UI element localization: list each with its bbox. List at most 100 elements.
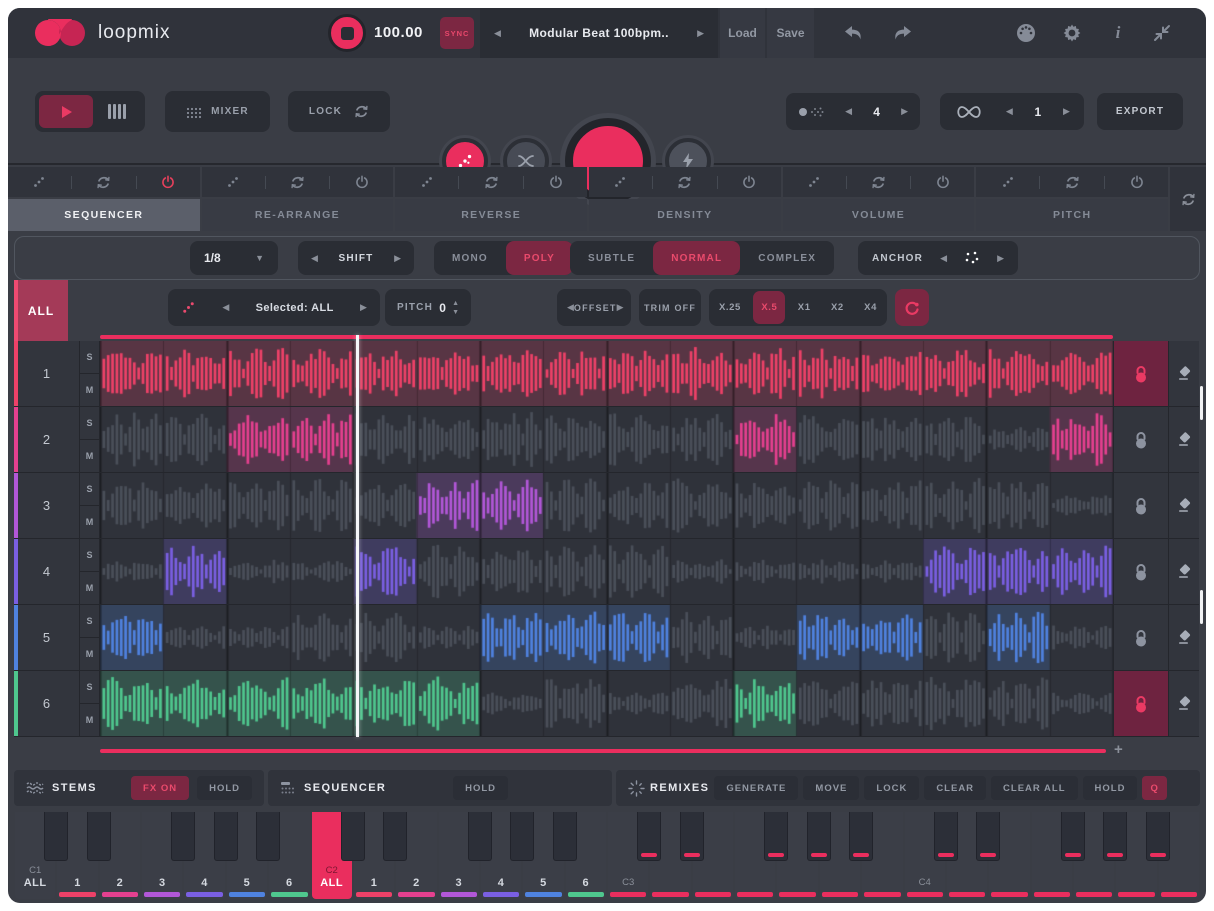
scrollbar-thumb[interactable] — [1200, 386, 1203, 420]
fx-power-icon[interactable] — [742, 175, 756, 189]
track-number-cell[interactable]: 1 — [14, 341, 80, 406]
move-button[interactable]: MOVE — [803, 776, 859, 800]
solo-button[interactable]: S — [80, 473, 99, 506]
track-number-cell[interactable]: 5 — [14, 605, 80, 670]
trim-toggle[interactable]: TRIM OFF — [639, 289, 701, 326]
lock-refresh-icon[interactable] — [354, 104, 369, 119]
shift-left-icon[interactable]: ◀ — [311, 254, 318, 263]
fx-reset-icon[interactable] — [1065, 175, 1080, 190]
scrollbar-thumb[interactable] — [1200, 590, 1203, 624]
fx-reset-icon[interactable] — [290, 175, 305, 190]
preset-next-icon[interactable]: ▶ — [697, 29, 704, 38]
track-erase-button[interactable] — [1168, 341, 1199, 406]
pitch-spinner[interactable]: ▲▼ — [452, 300, 459, 316]
clear-all-button[interactable]: CLEAR ALL — [991, 776, 1077, 800]
black-key[interactable] — [1061, 812, 1085, 861]
waveform-cells[interactable] — [100, 341, 1113, 406]
fx-reset-icon[interactable] — [871, 175, 886, 190]
black-key[interactable] — [171, 812, 195, 861]
fx-power-icon[interactable] — [936, 175, 950, 189]
black-key[interactable] — [849, 812, 873, 861]
generate-button[interactable]: GENERATE — [714, 776, 798, 800]
loop-prev-icon[interactable]: ◀ — [1006, 107, 1013, 116]
black-key[interactable] — [44, 812, 68, 861]
mute-button[interactable]: M — [80, 638, 99, 670]
bpm-display[interactable]: 100.00 — [374, 24, 423, 41]
fx-power-icon[interactable] — [161, 175, 175, 189]
fx-reset-icon[interactable] — [677, 175, 692, 190]
redo-button[interactable] — [884, 8, 920, 58]
pattern-prev-icon[interactable]: ◀ — [845, 107, 852, 116]
black-key[interactable] — [87, 812, 111, 861]
black-key[interactable] — [637, 812, 661, 861]
remix-hold-toggle[interactable]: HOLD — [1083, 776, 1138, 800]
speed-x2[interactable]: X2 — [823, 291, 852, 324]
stop-button[interactable] — [328, 14, 366, 52]
info-icon[interactable]: i — [1100, 8, 1136, 58]
speed-x5[interactable]: X.5 — [753, 291, 785, 324]
selection-dice-icon[interactable] — [181, 300, 196, 315]
fx-tab-pitch[interactable]: PITCH — [976, 199, 1168, 231]
add-step-button[interactable]: + — [1114, 741, 1123, 758]
speed-x1[interactable]: X1 — [790, 291, 819, 324]
track-lock-button[interactable] — [1113, 671, 1168, 736]
fx-tab-re-arrange[interactable]: RE-ARRANGE — [202, 199, 394, 231]
black-key[interactable] — [256, 812, 280, 861]
mute-button[interactable]: M — [80, 440, 99, 472]
fx-tab-sequencer[interactable]: SEQUENCER — [8, 199, 200, 231]
fx-power-icon[interactable] — [549, 175, 563, 189]
fx-on-toggle[interactable]: FX ON — [131, 776, 189, 800]
preset-name[interactable]: Modular Beat 100bpm.. — [529, 26, 669, 40]
rotate-button[interactable] — [895, 289, 929, 326]
pattern-next-icon[interactable]: ▶ — [901, 107, 908, 116]
complex-option[interactable]: COMPLEX — [740, 241, 834, 275]
fx-randomize-dice-icon[interactable] — [420, 175, 434, 189]
shift-right-icon[interactable]: ▶ — [394, 254, 401, 263]
loop-length-bar[interactable] — [100, 749, 1106, 753]
fx-randomize-dice-icon[interactable] — [807, 175, 821, 189]
play-button[interactable] — [39, 95, 93, 128]
black-key[interactable] — [510, 812, 534, 861]
black-key[interactable] — [214, 812, 238, 861]
fx-sync-all-button[interactable] — [1170, 167, 1206, 231]
preset-prev-icon[interactable]: ◀ — [494, 29, 501, 38]
poly-option[interactable]: POLY — [506, 241, 573, 275]
mute-button[interactable]: M — [80, 374, 99, 406]
mixer-button[interactable]: MIXER — [165, 91, 270, 132]
track-number-cell[interactable]: 6 — [14, 671, 80, 736]
track-erase-button[interactable] — [1168, 671, 1199, 736]
fx-reset-icon[interactable] — [96, 175, 111, 190]
remix-lock-button[interactable]: LOCK — [864, 776, 919, 800]
save-button[interactable]: Save — [767, 8, 814, 58]
select-all-cell[interactable]: ALL — [14, 280, 68, 341]
solo-button[interactable]: S — [80, 341, 99, 374]
selected-next-icon[interactable]: ▶ — [360, 303, 367, 312]
fx-power-icon[interactable] — [1130, 175, 1144, 189]
fx-tab-density[interactable]: DENSITY — [589, 199, 781, 231]
fx-randomize-dice-icon[interactable] — [226, 175, 240, 189]
offset-right-icon[interactable]: ▶ — [617, 303, 624, 312]
track-lock-button[interactable] — [1113, 473, 1168, 538]
mute-button[interactable]: M — [80, 704, 99, 736]
rate-dropdown[interactable]: 1/8 ▼ — [190, 241, 278, 275]
black-key[interactable] — [468, 812, 492, 861]
track-number-cell[interactable]: 4 — [14, 539, 80, 604]
track-lock-button[interactable] — [1113, 341, 1168, 406]
speed-x25[interactable]: X.25 — [711, 291, 749, 324]
anchor-next-icon[interactable]: ▶ — [997, 254, 1004, 263]
waveform-cells[interactable] — [100, 605, 1113, 670]
black-key[interactable] — [976, 812, 1000, 861]
track-number-cell[interactable]: 2 — [14, 407, 80, 472]
mono-option[interactable]: MONO — [434, 241, 506, 275]
selected-prev-icon[interactable]: ◀ — [222, 303, 229, 312]
solo-button[interactable]: S — [80, 407, 99, 440]
black-key[interactable] — [764, 812, 788, 861]
black-key[interactable] — [1103, 812, 1127, 861]
track-erase-button[interactable] — [1168, 605, 1199, 670]
track-lock-button[interactable] — [1113, 407, 1168, 472]
solo-button[interactable]: S — [80, 539, 99, 572]
fx-reset-icon[interactable] — [484, 175, 499, 190]
waveform-cells[interactable] — [100, 671, 1113, 736]
anchor-prev-icon[interactable]: ◀ — [940, 254, 947, 263]
speed-x4[interactable]: X4 — [856, 291, 885, 324]
